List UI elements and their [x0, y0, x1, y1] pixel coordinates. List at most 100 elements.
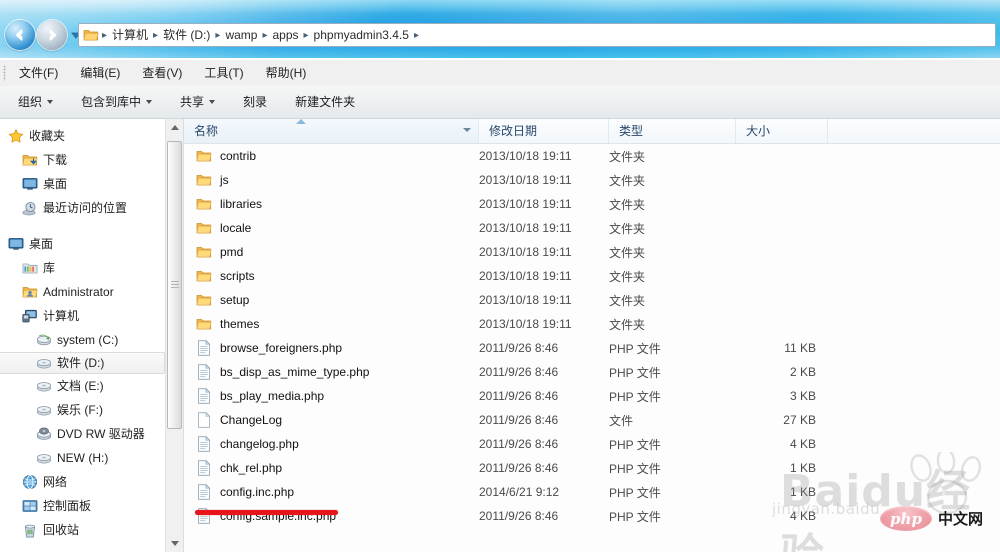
file-type-cell: 文件	[609, 413, 634, 428]
table-row[interactable]: js 2013/10/18 19:11 文件夹	[184, 168, 1000, 192]
sidebar-item-[interactable]: 控制面板	[0, 494, 165, 518]
sidebar-item-e[interactable]: 文档 (E:)	[0, 374, 165, 398]
menu-item-edit[interactable]: 编辑(E)	[69, 62, 131, 84]
table-row[interactable]: pmd 2013/10/18 19:11 文件夹	[184, 240, 1000, 264]
menu-item-view[interactable]: 查看(V)	[131, 62, 193, 84]
file-name-cell[interactable]: setup	[184, 292, 479, 308]
file-name-cell[interactable]: bs_play_media.php	[184, 388, 479, 404]
table-row[interactable]: contrib 2013/10/18 19:11 文件夹	[184, 144, 1000, 168]
table-row[interactable]: scripts 2013/10/18 19:11 文件夹	[184, 264, 1000, 288]
chevron-down-icon[interactable]	[463, 128, 471, 132]
sidebar-item-[interactable]: 回收站	[0, 518, 165, 542]
breadcrumb-separator-1: ▸	[153, 29, 159, 41]
table-row[interactable]: locale 2013/10/18 19:11 文件夹	[184, 216, 1000, 240]
sidebar-item-label: 软件 (D:)	[57, 356, 105, 370]
file-name-cell[interactable]: js	[184, 172, 479, 188]
sidebar-item-system-c[interactable]: system (C:)	[0, 328, 165, 352]
sidebar-item-[interactable]: 下载	[0, 148, 165, 172]
table-row[interactable]: browse_foreigners.php 2011/9/26 8:46 PHP 文…	[184, 336, 1000, 360]
file-name-cell[interactable]: themes	[184, 316, 479, 332]
system-drive-icon	[36, 332, 52, 348]
sidebar-item-label: 最近访问的位置	[43, 201, 128, 215]
file-type-cell: 文件夹	[609, 269, 646, 284]
sidebar-item-new-h[interactable]: NEW (H:)	[0, 446, 165, 470]
file-name-cell[interactable]: contrib	[184, 148, 479, 164]
column-header-date[interactable]: 修改日期	[479, 119, 609, 143]
column-header-name[interactable]: 名称	[184, 119, 479, 143]
table-row[interactable]: setup 2013/10/18 19:11 文件夹	[184, 288, 1000, 312]
navigation-pane-scrollbar[interactable]	[165, 119, 183, 552]
breadcrumb-item-2[interactable]: wamp	[221, 26, 261, 45]
sidebar-item-[interactable]: 网络	[0, 470, 165, 494]
sidebar-item-label: 下载	[43, 153, 68, 167]
scrollbar-grip-icon	[171, 281, 179, 289]
toolbar-share-button[interactable]: 共享	[170, 90, 225, 114]
breadcrumb-item-1[interactable]: 软件 (D:)	[159, 26, 214, 45]
table-row[interactable]: changelog.php 2011/9/26 8:46 PHP 文件 4 KB	[184, 432, 1000, 456]
menu-item-help[interactable]: 帮助(H)	[255, 62, 318, 84]
sidebar-item-dvd-rw[interactable]: DVD RW 驱动器	[0, 422, 165, 446]
scroll-up-button[interactable]	[166, 119, 183, 136]
chevron-down-icon	[47, 100, 54, 104]
sidebar-item-f[interactable]: 娱乐 (F:)	[0, 398, 165, 422]
table-row[interactable]: chk_rel.php 2011/9/26 8:46 PHP 文件 1 KB	[184, 456, 1000, 480]
menu-item-file[interactable]: 文件(F)	[8, 62, 69, 84]
file-name-label: contrib	[220, 149, 257, 163]
sidebar-item-[interactable]: 收藏夹	[0, 124, 165, 148]
menu-item-tools[interactable]: 工具(T)	[193, 62, 254, 84]
back-button[interactable]	[5, 20, 35, 50]
toolbar-new-folder-button[interactable]: 新建文件夹	[285, 90, 365, 114]
table-row[interactable]: config.sample.inc.php 2011/9/26 8:46 PHP 文…	[184, 504, 1000, 528]
table-row[interactable]: bs_play_media.php 2011/9/26 8:46 PHP 文件 3 K…	[184, 384, 1000, 408]
file-size-cell: 3 KB	[789, 389, 816, 403]
folder-icon	[196, 220, 212, 236]
file-name-cell[interactable]: config.inc.php	[184, 484, 479, 500]
annotation-red-underline	[195, 510, 338, 515]
sidebar-item-d[interactable]: 软件 (D:)	[0, 352, 165, 374]
file-name-cell[interactable]: locale	[184, 220, 479, 236]
breadcrumb-separator-2: ▸	[215, 29, 221, 41]
sidebar-item-[interactable]: 桌面	[0, 232, 165, 256]
toolbar-organize-button[interactable]: 组织	[8, 90, 63, 114]
toolbar-burn-button[interactable]: 刻录	[233, 90, 277, 114]
file-name-cell[interactable]: changelog.php	[184, 436, 479, 452]
folder-icon	[83, 28, 99, 42]
table-row[interactable]: themes 2013/10/18 19:11 文件夹	[184, 312, 1000, 336]
drive-icon	[36, 378, 52, 394]
scrollbar-thumb[interactable]	[167, 141, 182, 429]
file-name-cell[interactable]: scripts	[184, 268, 479, 284]
sidebar-item-[interactable]: 计算机	[0, 304, 165, 328]
file-name-cell[interactable]: browse_foreigners.php	[184, 340, 479, 356]
sidebar-item-[interactable]: 库	[0, 256, 165, 280]
column-header-date-label: 修改日期	[489, 124, 538, 138]
file-name-cell[interactable]: libraries	[184, 196, 479, 212]
file-type-cell: PHP 文件	[609, 509, 661, 524]
sidebar-item-administrator[interactable]: Administrator	[0, 280, 165, 304]
address-bar[interactable]: ▸ 计算机 ▸ 软件 (D:) ▸ wamp ▸ apps ▸ phpmyadm…	[78, 23, 996, 47]
toolbar-share-label: 共享	[180, 95, 205, 109]
column-header-name-label: 名称	[194, 124, 219, 138]
table-row[interactable]: ChangeLog 2011/9/26 8:46 文件 27 KB	[184, 408, 1000, 432]
scroll-down-button[interactable]	[166, 535, 183, 552]
breadcrumb-item-4[interactable]: phpmyadmin3.4.5	[310, 26, 413, 45]
file-name-cell[interactable]: ChangeLog	[184, 412, 479, 428]
php-file-icon	[196, 340, 212, 356]
sidebar-item-[interactable]: 桌面	[0, 172, 165, 196]
breadcrumb-item-0[interactable]: 计算机	[108, 26, 152, 45]
column-header-type[interactable]: 类型	[609, 119, 736, 143]
breadcrumb-item-3[interactable]: apps	[268, 26, 302, 45]
table-row[interactable]: config.inc.php 2014/6/21 9:12 PHP 文件 1 KB	[184, 480, 1000, 504]
file-type-cell: 文件夹	[609, 317, 646, 332]
table-row[interactable]: bs_disp_as_mime_type.php 2011/9/26 8:46 PH…	[184, 360, 1000, 384]
sidebar-item-[interactable]: 最近访问的位置	[0, 196, 165, 220]
file-name-label: changelog.php	[220, 437, 299, 451]
forward-button[interactable]	[37, 20, 67, 50]
drive-icon	[36, 355, 52, 371]
file-name-cell[interactable]: chk_rel.php	[184, 460, 479, 476]
column-header-size[interactable]: 大小	[736, 119, 828, 143]
file-type-cell: 文件夹	[609, 245, 646, 260]
table-row[interactable]: libraries 2013/10/18 19:11 文件夹	[184, 192, 1000, 216]
toolbar-include-in-library-button[interactable]: 包含到库中	[71, 90, 162, 114]
file-name-cell[interactable]: bs_disp_as_mime_type.php	[184, 364, 479, 380]
file-name-cell[interactable]: pmd	[184, 244, 479, 260]
